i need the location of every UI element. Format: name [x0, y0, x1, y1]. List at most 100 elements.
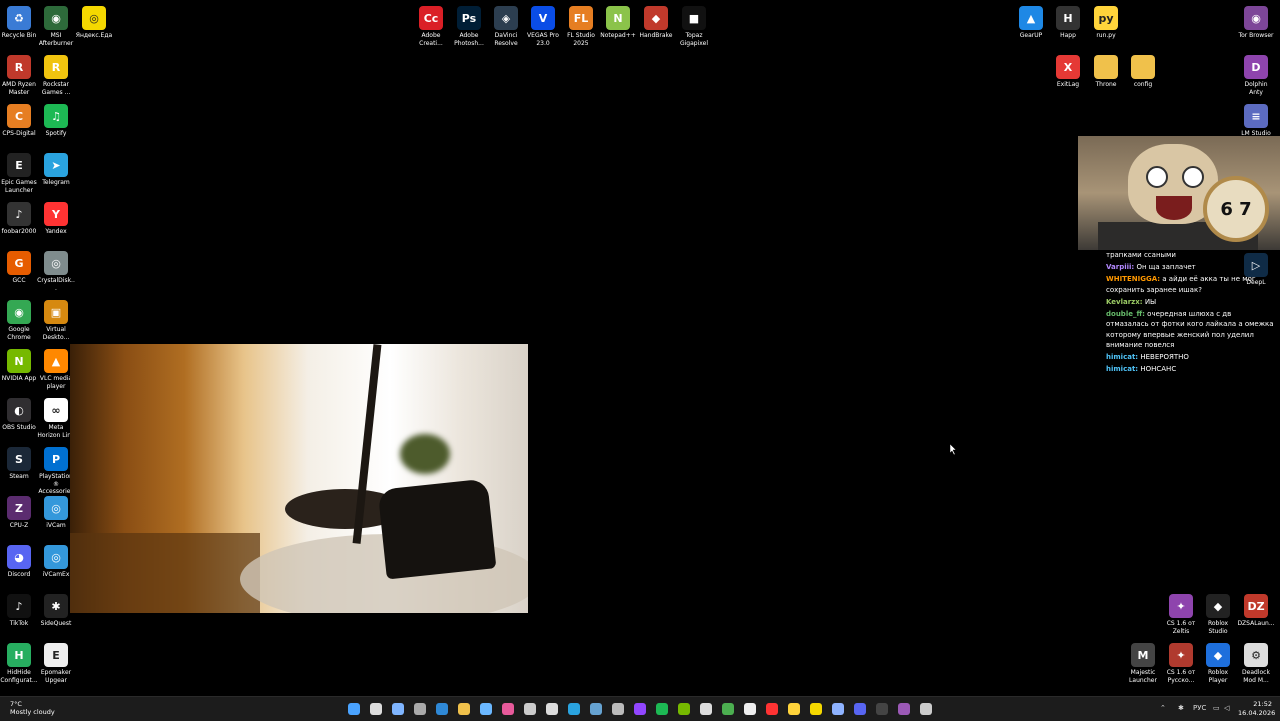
- yandex-icon[interactable]: [766, 703, 778, 715]
- chat-message: himicat: НОНСАНС: [1106, 364, 1276, 375]
- desktop-shortcut[interactable]: ■ Topaz Gigapixel: [675, 2, 713, 47]
- telegram-icon[interactable]: [568, 703, 580, 715]
- desktop-shortcut[interactable]: ♻ Recycle Bin: [0, 2, 38, 40]
- hidhide-icon: H: [7, 643, 31, 667]
- shortcut-label: DZSALaun...: [1237, 620, 1275, 627]
- app-icon[interactable]: [502, 703, 514, 715]
- python-icon[interactable]: [788, 703, 800, 715]
- steam-icon[interactable]: [590, 703, 602, 715]
- foobar-icon: ♪: [7, 202, 31, 226]
- desktop-shortcut[interactable]: Throne: [1087, 51, 1125, 89]
- desktop-shortcut[interactable]: S Steam: [0, 443, 38, 481]
- video-preview-window[interactable]: [70, 344, 528, 613]
- desktop-shortcut[interactable]: H Happ: [1049, 2, 1087, 40]
- desktop-shortcut[interactable]: G GCC: [0, 247, 38, 285]
- desktop-shortcut[interactable]: N Notepad++: [599, 2, 637, 40]
- network-icon[interactable]: ▭: [1213, 704, 1220, 712]
- obs-icon[interactable]: [744, 703, 756, 715]
- desktop-shortcut[interactable]: X ExitLag: [1049, 51, 1087, 89]
- desktop-shortcut[interactable]: M Majestic Launcher: [1124, 639, 1162, 684]
- desktop-shortcut[interactable]: config: [1124, 51, 1162, 89]
- majestic-icon: M: [1131, 643, 1155, 667]
- tiktok-icon: ♪: [7, 594, 31, 618]
- app-icon[interactable]: [920, 703, 932, 715]
- desktop-shortcut[interactable]: ◆ HandBrake: [637, 2, 675, 40]
- desktop-shortcut[interactable]: R Rockstar Games ...: [37, 51, 75, 96]
- shortcut-label: Notepad++: [600, 32, 636, 39]
- settings-icon[interactable]: [612, 703, 624, 715]
- desktop-shortcut[interactable]: ♪ TikTok: [0, 590, 38, 628]
- fl-studio-icon: FL: [569, 6, 593, 30]
- desktop-shortcut[interactable]: ▲ GearUP: [1012, 2, 1050, 40]
- desktop-shortcut[interactable]: ✦ CS 1.6 от Zeltis: [1162, 590, 1200, 635]
- app-icon[interactable]: [832, 703, 844, 715]
- volume-icon[interactable]: ◁: [1224, 704, 1229, 712]
- desktop-shortcut[interactable]: E Epomaker Upgear: [37, 639, 75, 684]
- tor-icon[interactable]: [898, 703, 910, 715]
- desktop-shortcut[interactable]: ➤ Telegram: [37, 149, 75, 187]
- desktop-shortcut[interactable]: Ps Adobe Photosh...: [450, 2, 488, 47]
- desktop-shortcut[interactable]: D Dolphin Anty: [1237, 51, 1275, 96]
- desktop-shortcut[interactable]: ♫ Spotify: [37, 100, 75, 138]
- yandex-eda-icon[interactable]: [810, 703, 822, 715]
- copilot-icon[interactable]: [414, 703, 426, 715]
- desktop-shortcut[interactable]: ◎ Яндекс.Еда: [75, 2, 113, 40]
- desktop-shortcut[interactable]: py run.py: [1087, 2, 1125, 40]
- desktop-shortcut[interactable]: R AMD Ryzen Master: [0, 51, 38, 96]
- desktop-shortcut[interactable]: C CPS-Digital: [0, 100, 38, 138]
- calculator-icon[interactable]: [524, 703, 536, 715]
- gcc-icon: G: [7, 251, 31, 275]
- shortcut-label: Tor Browser: [1238, 32, 1274, 39]
- vscode-icon[interactable]: [436, 703, 448, 715]
- shortcut-label: Google Chrome: [7, 326, 31, 341]
- file-explorer-icon[interactable]: [458, 703, 470, 715]
- desktop-shortcut[interactable]: FL FL Studio 2025: [562, 2, 600, 47]
- desktop-shortcut[interactable]: ◎ CrystalDisk...: [37, 247, 75, 292]
- desktop-shortcut[interactable]: ◉ Tor Browser: [1237, 2, 1275, 40]
- handbrake-icon: ◆: [644, 6, 668, 30]
- terminal-icon[interactable]: [480, 703, 492, 715]
- desktop-shortcut[interactable]: ▣ Virtual Deskto...: [37, 296, 75, 341]
- weather-widget[interactable]: 7°C Mostly cloudy: [10, 700, 55, 716]
- task-view-icon[interactable]: [392, 703, 404, 715]
- desktop-shortcut[interactable]: N NVIDIA App: [0, 345, 38, 383]
- desktop-shortcut[interactable]: Z CPU-Z: [0, 492, 38, 530]
- desktop-shortcut[interactable]: ◉ MSI Afterburner: [37, 2, 75, 47]
- windows-start-icon[interactable]: [348, 703, 360, 715]
- shortcut-label: CS 1.6 от Русско...: [1166, 669, 1196, 684]
- desktop-shortcut[interactable]: ◕ Discord: [0, 541, 38, 579]
- desktop-shortcut[interactable]: Cc Adobe Creati...: [412, 2, 450, 47]
- desktop-shortcut[interactable]: E Epic Games Launcher: [0, 149, 38, 194]
- clock[interactable]: 21:52 16.04.2026: [1238, 700, 1275, 718]
- video-floor: [70, 533, 260, 613]
- app-icon[interactable]: [700, 703, 712, 715]
- vlc-icon: ▲: [44, 349, 68, 373]
- nvidia-icon[interactable]: [678, 703, 690, 715]
- language-indicator[interactable]: РУС: [1193, 704, 1206, 712]
- desktop-shortcut[interactable]: ✦ CS 1.6 от Русско...: [1162, 639, 1200, 684]
- desktop-shortcut[interactable]: DZ DZSALaun...: [1237, 590, 1275, 628]
- desktop-shortcut[interactable]: ◆ Roblox Studio: [1199, 590, 1237, 635]
- bluetooth-icon[interactable]: ✱: [1178, 704, 1184, 712]
- desktop-shortcut[interactable]: ≡ LM Studio: [1237, 100, 1275, 138]
- desktop-shortcut[interactable]: ◉ Google Chrome: [0, 296, 38, 341]
- spotify-icon[interactable]: [656, 703, 668, 715]
- discord-icon[interactable]: [854, 703, 866, 715]
- folder-icon: [1094, 55, 1118, 79]
- desktop-shortcut[interactable]: Y Yandex: [37, 198, 75, 236]
- desktop-shortcut[interactable]: V VEGAS Pro 23.0: [524, 2, 562, 47]
- calendar-icon[interactable]: [546, 703, 558, 715]
- desktop-shortcut[interactable]: ◈ DaVinci Resolve: [487, 2, 525, 47]
- desktop-shortcut[interactable]: ◆ Roblox Player: [1199, 639, 1237, 684]
- desktop-shortcut[interactable]: H HidHide Configurat...: [0, 639, 38, 684]
- tray-chevron-icon[interactable]: ⌃: [1160, 704, 1166, 712]
- twitch-icon[interactable]: [634, 703, 646, 715]
- chrome-icon[interactable]: [722, 703, 734, 715]
- desktop-shortcut[interactable]: ⚙ Deadlock Mod M...: [1237, 639, 1275, 684]
- desktop-shortcut[interactable]: ◐ OBS Studio: [0, 394, 38, 432]
- weather-temp: 7°C: [10, 700, 22, 708]
- app-icon[interactable]: [876, 703, 888, 715]
- epomaker-icon: E: [44, 643, 68, 667]
- desktop-shortcut[interactable]: ♪ foobar2000: [0, 198, 38, 236]
- search-icon[interactable]: [370, 703, 382, 715]
